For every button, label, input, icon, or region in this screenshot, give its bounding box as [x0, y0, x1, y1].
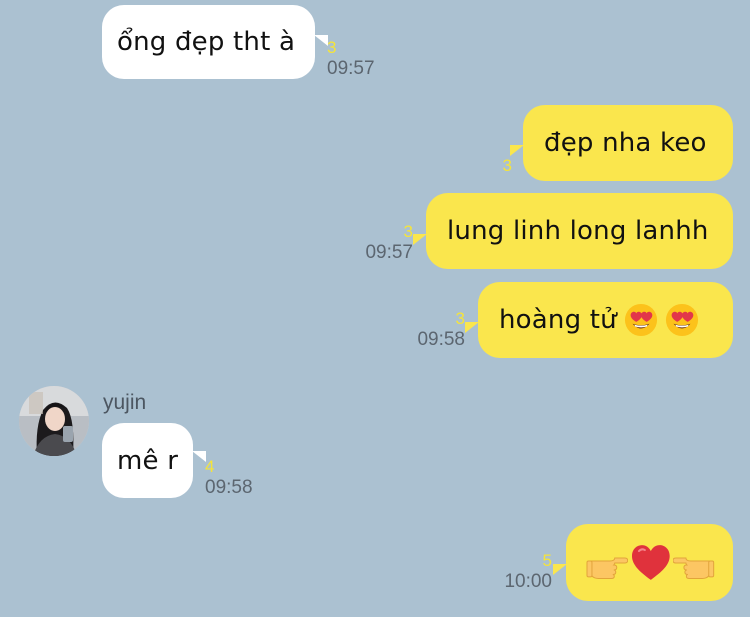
message-time: 09:57	[327, 58, 375, 79]
bubble-tail	[465, 322, 479, 333]
unread-count: 5	[542, 551, 552, 570]
incoming-message-bubble[interactable]: ổng đẹp tht à	[102, 5, 315, 79]
message-time: 10:00	[504, 571, 552, 592]
incoming-message-bubble[interactable]: mê r	[102, 423, 193, 498]
outgoing-message-bubble[interactable]	[566, 524, 733, 601]
message-text: ổng đẹp tht à	[117, 27, 296, 57]
bubble-tail	[413, 234, 427, 245]
message-meta: 3 09:57	[365, 223, 413, 262]
bubble-tail	[192, 451, 206, 462]
message-meta: 3 09:58	[417, 310, 465, 349]
message-meta: 3 09:57	[327, 39, 375, 78]
unread-count: 4	[205, 457, 215, 476]
heart-eyes-emoji	[624, 303, 657, 337]
message-text: hoàng tử	[499, 305, 617, 335]
unread-count: 3	[455, 309, 465, 328]
message-time: 09:57	[365, 242, 413, 263]
bubble-tail	[510, 145, 524, 156]
red-heart-emoji	[631, 544, 670, 580]
message-meta: 4 09:58	[205, 458, 253, 497]
outgoing-message-bubble[interactable]: lung linh long lanhh	[426, 193, 733, 269]
pointing-right-emoji	[586, 557, 628, 579]
unread-count: 3	[403, 222, 413, 241]
outgoing-message-bubble[interactable]: hoàng tử	[478, 282, 733, 358]
message-text: mê r	[117, 445, 179, 476]
pointing-left-emoji	[673, 557, 715, 579]
avatar-photo	[19, 386, 89, 456]
bubble-tail	[314, 35, 328, 46]
outgoing-message-bubble[interactable]: đẹp nha keo	[523, 105, 733, 181]
message-text: đẹp nha keo	[544, 128, 707, 158]
avatar[interactable]	[19, 386, 89, 456]
unread-count: 3	[327, 38, 337, 57]
chat-conversation: ổng đẹp tht à 3 09:57 đẹp nha keo 3 lung…	[0, 0, 750, 617]
message-time: 09:58	[417, 329, 465, 350]
bubble-tail	[553, 564, 567, 575]
heart-eyes-emoji	[665, 303, 698, 337]
message-meta: 3	[503, 157, 512, 174]
message-meta: 5 10:00	[504, 552, 552, 591]
message-text: lung linh long lanhh	[447, 216, 709, 246]
message-time: 09:58	[205, 477, 253, 498]
sender-name: yujin	[103, 391, 147, 414]
unread-count: 3	[502, 156, 512, 175]
